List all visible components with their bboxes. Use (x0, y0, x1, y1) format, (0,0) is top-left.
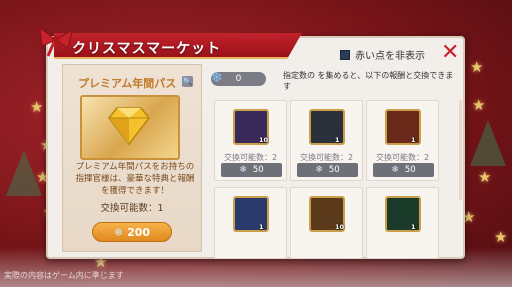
gem-icon (108, 107, 150, 146)
star-decoration: ★ (472, 96, 486, 114)
snowflake-icon: ❄ (391, 165, 399, 175)
info-icon[interactable]: 🔍 (182, 76, 193, 87)
page-title: クリスマスマーケット (72, 41, 222, 57)
item-quantity: 1 (335, 136, 340, 144)
close-button[interactable]: ✕ (441, 42, 459, 64)
reward-item[interactable]: 1 (214, 187, 287, 259)
item-price: 50 (328, 165, 340, 175)
hide-red-dot-toggle[interactable]: 赤い点を非表示 (340, 47, 425, 62)
reward-item[interactable]: 1 交換可能数：2 ❄ 50 (290, 100, 363, 181)
scrollbar[interactable] (459, 100, 462, 200)
item-quantity: 1 (411, 136, 416, 144)
item-quantity: 10 (335, 223, 345, 231)
item-quantity: 10 (259, 136, 269, 144)
item-price-button[interactable]: ❄ 50 (297, 163, 358, 177)
item-quantity: 1 (411, 223, 416, 231)
pass-description: プレミアム年間パスをお持ちの指揮官様は、豪華な特典と報酬を獲得できます！ (75, 162, 195, 196)
item-price-button[interactable]: ❄ 50 (221, 163, 282, 177)
tree-decoration (470, 120, 506, 166)
pass-price: 200 (127, 225, 151, 239)
star-decoration: ★ (494, 228, 508, 246)
item-price: 50 (404, 165, 416, 175)
star-decoration: ★ (478, 168, 492, 186)
item-quantity: 1 (259, 223, 264, 231)
star-decoration: ★ (470, 58, 484, 76)
snowflake-icon: ❄ (211, 70, 223, 86)
pass-title: プレミアム年間パス (78, 77, 177, 90)
reward-item[interactable]: 10 交換可能数：2 ❄ 50 (214, 100, 287, 181)
item-exchange-count: 交換可能数：2 (223, 153, 278, 162)
snowflake-icon: ❄ (239, 165, 247, 175)
item-exchange-count: 交換可能数：2 (375, 153, 430, 162)
star-decoration: ★ (30, 98, 44, 116)
reward-item[interactable]: 1 交換可能数：2 ❄ 50 (366, 100, 439, 181)
ribbon-bow-icon (39, 26, 73, 57)
item-price: 50 (252, 165, 264, 175)
instruction-text: 指定数の を集めると、以下の報酬と交換できます (283, 71, 454, 91)
reward-item[interactable]: 10 (290, 187, 363, 259)
snowflake-icon: ❄ (113, 225, 124, 239)
pass-buy-button[interactable]: ❄ 200 (92, 222, 172, 242)
hide-red-dot-checkbox[interactable] (340, 49, 350, 60)
snowflake-icon: ❄ (315, 165, 323, 175)
footnote: 実際の内容はゲーム内に準じます (4, 271, 124, 280)
item-exchange-count: 交換可能数：2 (299, 153, 354, 162)
pass-exchange-count: 交換可能数：1 (100, 203, 164, 214)
reward-item[interactable]: 1 (366, 187, 439, 259)
hide-red-dot-label: 赤い点を非表示 (355, 51, 425, 62)
item-price-button[interactable]: ❄ 50 (373, 163, 434, 177)
